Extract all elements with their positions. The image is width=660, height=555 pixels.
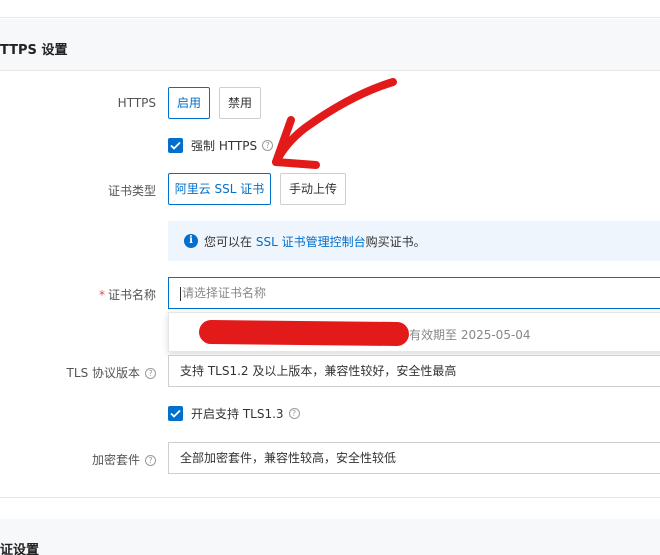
checkmark-icon: [170, 141, 181, 150]
question-circle-icon[interactable]: ?: [145, 455, 156, 466]
https-label: HTTPS: [117, 96, 156, 110]
cert-option-expiry: 有效期至 2025-05-04: [409, 328, 531, 342]
auth-section-title: 证设置: [0, 543, 40, 555]
redaction-mark: [198, 319, 410, 347]
cipher-label-text: 加密套件: [91, 453, 140, 467]
section-divider: [0, 497, 660, 498]
cert-type-label: 证书类型: [107, 184, 156, 198]
question-circle-icon[interactable]: ?: [262, 140, 274, 151]
ssl-console-link[interactable]: SSL 证书管理控制台: [256, 235, 366, 249]
tls-version-select[interactable]: 支持 TLS1.2 及以上版本，兼容性较好，安全性最高: [168, 355, 660, 387]
enable-button[interactable]: 启用: [168, 87, 210, 119]
disable-button[interactable]: 禁用: [219, 87, 261, 119]
info-prefix: 您可以在: [204, 235, 253, 249]
force-https-label: 强制 HTTPS: [191, 139, 258, 153]
cert-option[interactable]: 有效期至 2025-05-04: [169, 313, 660, 353]
auth-section-header: 证设置: [0, 519, 660, 555]
tls13-checkbox-row[interactable]: 开启支持 TLS1.3 ?: [168, 405, 300, 422]
required-mark: *: [98, 288, 105, 302]
cert-name-label-text: 证书名称: [107, 288, 156, 302]
cert-name-dropdown: 有效期至 2025-05-04: [168, 312, 660, 352]
cert-type-aliyun-button[interactable]: 阿里云 SSL 证书: [168, 173, 271, 205]
cert-name-label: * 证书名称: [99, 286, 156, 303]
force-https-checkbox-row[interactable]: 强制 HTTPS ?: [168, 137, 274, 154]
cert-name-select[interactable]: 请选择证书名称: [168, 277, 660, 309]
https-section-header: TTPS 设置: [0, 19, 660, 71]
question-circle-icon[interactable]: ?: [288, 408, 300, 419]
force-https-checkbox[interactable]: [168, 138, 183, 153]
info-suffix: 购买证书。: [365, 235, 426, 249]
cert-info-box: i 您可以在 SSL 证书管理控制台购买证书。: [168, 221, 660, 261]
cipher-label: 加密套件?: [92, 451, 156, 468]
checkmark-icon: [170, 409, 181, 418]
top-strip: [0, 0, 660, 18]
tls13-label: 开启支持 TLS1.3: [191, 407, 284, 421]
text-caret: [180, 286, 181, 301]
cert-name-placeholder: 请选择证书名称: [182, 286, 267, 300]
info-circle-icon: i: [184, 234, 198, 248]
cert-type-manual-button[interactable]: 手动上传: [280, 173, 346, 205]
https-section-title: TTPS 设置: [0, 43, 68, 58]
tls13-checkbox[interactable]: [168, 406, 183, 421]
info-text: 您可以在 SSL 证书管理控制台购买证书。: [204, 233, 426, 250]
tls-label-text: TLS 协议版本: [66, 366, 140, 380]
tls-label: TLS 协议版本?: [67, 364, 156, 381]
cipher-suite-select[interactable]: 全部加密套件，兼容性较高，安全性较低: [168, 442, 660, 474]
question-circle-icon[interactable]: ?: [145, 368, 156, 379]
